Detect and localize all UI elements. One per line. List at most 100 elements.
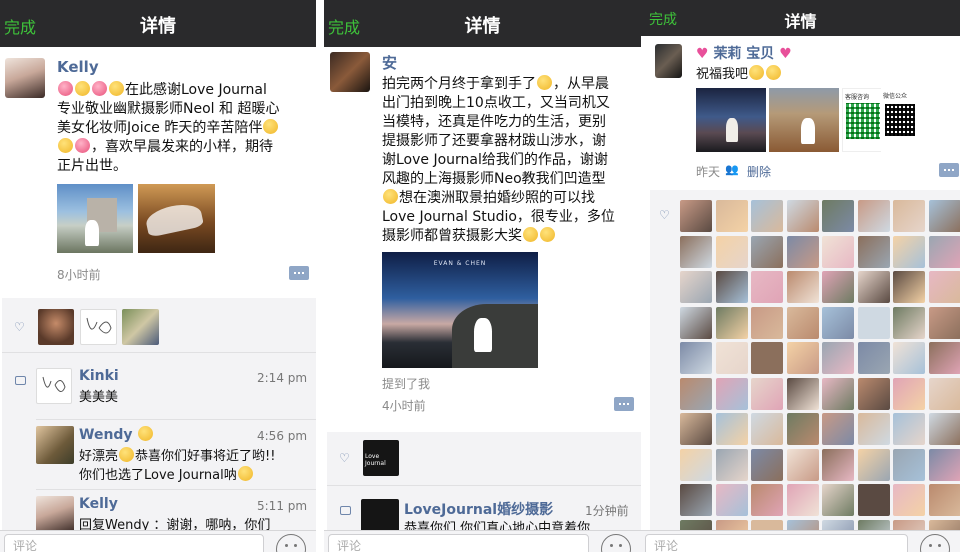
- like-avatar[interactable]: [928, 200, 960, 232]
- author-avatar[interactable]: [655, 44, 682, 78]
- comment-action-button[interactable]: [614, 397, 634, 411]
- like-avatar[interactable]: [822, 306, 854, 339]
- like-avatar[interactable]: [786, 271, 819, 303]
- like-avatar[interactable]: [680, 342, 712, 374]
- like-avatar[interactable]: [751, 200, 783, 232]
- like-avatar[interactable]: [857, 484, 890, 516]
- like-avatar[interactable]: [786, 484, 819, 516]
- comment-avatar[interactable]: [36, 426, 74, 464]
- like-avatar[interactable]: [680, 271, 712, 303]
- like-avatar[interactable]: [893, 377, 925, 410]
- like-avatar[interactable]: [715, 413, 748, 445]
- like-avatar[interactable]: [928, 448, 960, 481]
- like-avatar[interactable]: [680, 413, 712, 445]
- like-avatar[interactable]: [751, 448, 783, 481]
- like-avatar[interactable]: [857, 413, 890, 445]
- like-avatar[interactable]: [928, 484, 960, 516]
- like-avatar[interactable]: [38, 309, 74, 345]
- like-avatar[interactable]: [893, 235, 925, 268]
- like-avatar[interactable]: [822, 377, 854, 410]
- like-avatar[interactable]: [680, 484, 712, 516]
- author-avatar[interactable]: [5, 58, 45, 98]
- like-avatar[interactable]: [857, 342, 890, 374]
- comment-author[interactable]: Kinki: [79, 368, 119, 384]
- like-avatar[interactable]: [751, 342, 783, 374]
- like-avatar[interactable]: [928, 235, 960, 268]
- like-avatar[interactable]: Love Journal: [363, 440, 399, 476]
- like-avatar[interactable]: [680, 306, 712, 339]
- like-avatar[interactable]: [893, 448, 925, 481]
- author-name[interactable]: Kelly: [57, 58, 99, 76]
- like-avatar[interactable]: [893, 342, 925, 374]
- like-avatar[interactable]: [715, 342, 748, 374]
- like-avatar[interactable]: [715, 448, 748, 481]
- like-avatar[interactable]: [786, 200, 819, 232]
- author-name[interactable]: ♥ 茉莉 宝贝 ♥: [696, 43, 792, 63]
- like-avatar[interactable]: [786, 235, 819, 268]
- like-avatar[interactable]: [857, 235, 890, 268]
- like-avatar[interactable]: [893, 306, 925, 339]
- like-avatar[interactable]: [715, 200, 748, 232]
- comment-input[interactable]: 评论: [4, 534, 264, 552]
- like-avatar[interactable]: [857, 306, 890, 339]
- author-name[interactable]: 安: [382, 52, 397, 73]
- like-avatar[interactable]: [680, 377, 712, 410]
- like-avatar[interactable]: [751, 271, 783, 303]
- post-photo[interactable]: [138, 184, 215, 253]
- post-photo[interactable]: [696, 88, 766, 152]
- like-avatar[interactable]: [928, 377, 960, 410]
- like-avatar[interactable]: [822, 200, 854, 232]
- like-avatar[interactable]: [822, 342, 854, 374]
- comment-action-button[interactable]: [939, 163, 959, 177]
- like-avatar[interactable]: [786, 377, 819, 410]
- emoji-picker-icon[interactable]: [276, 534, 306, 552]
- like-avatar[interactable]: [822, 271, 854, 303]
- post-photo[interactable]: [57, 184, 133, 253]
- comment-avatar[interactable]: [361, 499, 399, 532]
- like-avatar[interactable]: [893, 484, 925, 516]
- like-avatar[interactable]: [715, 271, 748, 303]
- like-avatar[interactable]: [822, 413, 854, 445]
- like-avatar[interactable]: [751, 235, 783, 268]
- like-avatar[interactable]: [857, 377, 890, 410]
- like-avatar[interactable]: [715, 484, 748, 516]
- like-avatar[interactable]: [822, 235, 854, 268]
- author-avatar[interactable]: [330, 52, 370, 92]
- like-avatar[interactable]: [857, 271, 890, 303]
- like-avatar[interactable]: [715, 377, 748, 410]
- like-avatar[interactable]: [122, 309, 159, 345]
- like-avatar[interactable]: [786, 306, 819, 339]
- like-avatar[interactable]: [857, 448, 890, 481]
- like-avatar[interactable]: [893, 200, 925, 232]
- like-avatar[interactable]: [715, 306, 748, 339]
- like-avatar[interactable]: [80, 309, 117, 345]
- post-photo[interactable]: EVAN & CHEN: [382, 252, 538, 368]
- like-avatar[interactable]: [680, 235, 712, 268]
- like-avatar[interactable]: [893, 271, 925, 303]
- like-avatar[interactable]: [928, 413, 960, 445]
- like-avatar[interactable]: [786, 413, 819, 445]
- like-avatar[interactable]: [751, 377, 783, 410]
- like-avatar[interactable]: [928, 342, 960, 374]
- like-avatar[interactable]: [715, 235, 748, 268]
- comment-author[interactable]: Wendy: [79, 426, 154, 443]
- qr-code-card[interactable]: 微信公众: [881, 88, 920, 152]
- comment-author[interactable]: LoveJournal婚纱摄影: [404, 499, 553, 519]
- like-avatar[interactable]: [786, 448, 819, 481]
- like-avatar[interactable]: [928, 271, 960, 303]
- like-avatar[interactable]: [928, 306, 960, 339]
- comment-avatar[interactable]: [36, 368, 72, 404]
- comment-author[interactable]: Kelly: [79, 496, 118, 512]
- like-avatar[interactable]: [751, 413, 783, 445]
- comment-action-button[interactable]: [289, 266, 309, 280]
- like-avatar[interactable]: [751, 484, 783, 516]
- post-photo[interactable]: [769, 88, 839, 152]
- delete-link[interactable]: 删除: [747, 163, 771, 180]
- comment-avatar[interactable]: [36, 496, 74, 532]
- emoji-picker-icon[interactable]: [601, 534, 631, 552]
- like-avatar[interactable]: [751, 306, 783, 339]
- emoji-picker-icon[interactable]: [920, 534, 950, 552]
- comment-input[interactable]: 评论: [645, 534, 908, 552]
- like-avatar[interactable]: [822, 448, 854, 481]
- like-avatar[interactable]: [680, 200, 712, 232]
